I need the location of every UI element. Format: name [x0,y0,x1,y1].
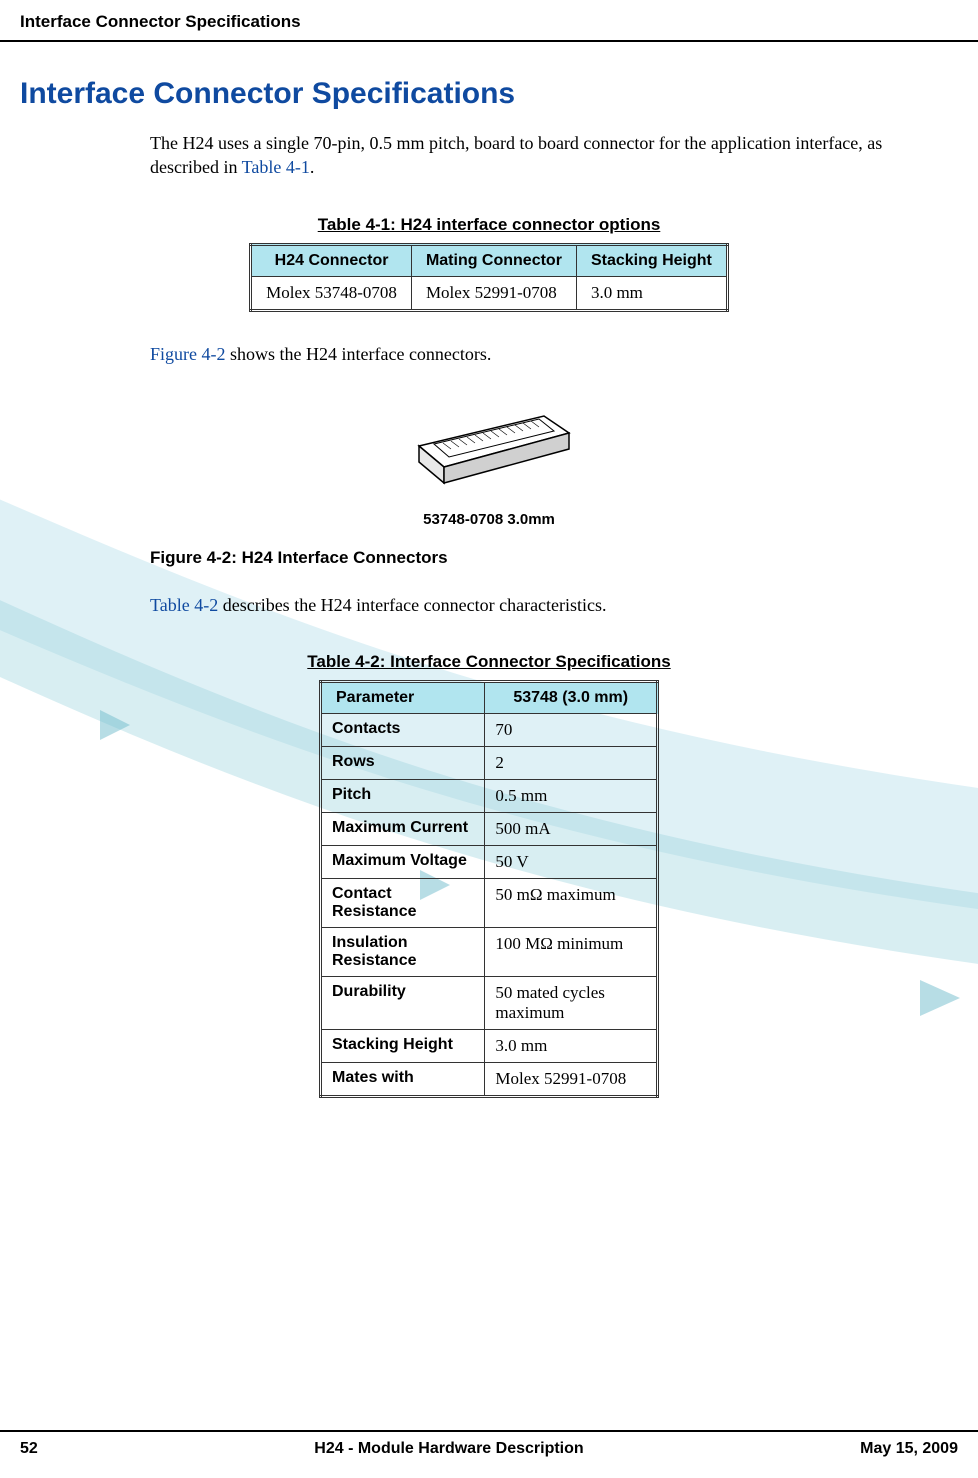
t1-h2: Mating Connector [411,244,576,276]
t2-v9: Molex 52991-0708 [485,1063,658,1097]
t1-h3: Stacking Height [576,244,727,276]
t2-p9: Mates with [321,1063,485,1097]
table2-intro: Table 4-2 describes the H24 interface co… [0,593,978,617]
page-number: 52 [20,1440,38,1458]
t2-v7: 50 mated cycles maximum [485,977,658,1030]
link-table-4-1[interactable]: Table 4-1 [242,157,310,177]
t2-p7: Durability [321,977,485,1030]
t2-v4: 50 V [485,846,658,879]
t2-v0: 70 [485,714,658,747]
page-title: Interface Connector Specifications [0,42,978,131]
t1-c1: Molex 53748-0708 [251,276,412,310]
t2-v5: 50 mΩ maximum [485,879,658,928]
t1-c3: 3.0 mm [576,276,727,310]
t2-v6: 100 MΩ minimum [485,928,658,977]
footer-date: May 15, 2009 [860,1440,958,1458]
footer-center: H24 - Module Hardware Description [314,1440,583,1458]
t2-p0: Contacts [321,714,485,747]
table-4-1: H24 Connector Mating Connector Stacking … [249,243,729,312]
t1-h1: H24 Connector [251,244,412,276]
connector-illustration [389,391,589,501]
figure-4-2-caption: Figure 4-2: H24 Interface Connectors [0,548,978,568]
intro-paragraph: The H24 uses a single 70-pin, 0.5 mm pit… [0,131,978,180]
t1-c2: Molex 52991-0708 [411,276,576,310]
t2-v3: 500 mA [485,813,658,846]
figure-4-2: 53748-0708 3.0mm [0,391,978,528]
t2-p3: Maximum Current [321,813,485,846]
t2-p6: Insulation Resistance [321,928,485,977]
intro-text-b: . [310,157,315,177]
figure-part-label: 53748-0708 3.0mm [0,511,978,528]
t2-p1: Rows [321,747,485,780]
t2-p4: Maximum Voltage [321,846,485,879]
t2-p2: Pitch [321,780,485,813]
t2-p8: Stacking Height [321,1030,485,1063]
t2-v8: 3.0 mm [485,1030,658,1063]
table-4-2: Parameter 53748 (3.0 mm) Contacts70 Rows… [319,680,659,1098]
t2-v1: 2 [485,747,658,780]
figure-intro: Figure 4-2 shows the H24 interface conne… [0,342,978,366]
link-table-4-2[interactable]: Table 4-2 [150,595,218,615]
table2-intro-text: describes the H24 interface connector ch… [218,595,606,615]
t2-p5: Contact Resistance [321,879,485,928]
t2-h1: Parameter [321,682,485,714]
table-4-2-caption: Table 4-2: Interface Connector Specifica… [0,652,978,672]
t2-h2: 53748 (3.0 mm) [485,682,658,714]
table-4-1-caption: Table 4-1: H24 interface connector optio… [0,215,978,235]
t2-v2: 0.5 mm [485,780,658,813]
page-footer: 52 H24 - Module Hardware Description May… [0,1430,978,1458]
running-header: Interface Connector Specifications [0,0,978,42]
link-figure-4-2[interactable]: Figure 4-2 [150,344,226,364]
figure-intro-text: shows the H24 interface connectors. [226,344,492,364]
